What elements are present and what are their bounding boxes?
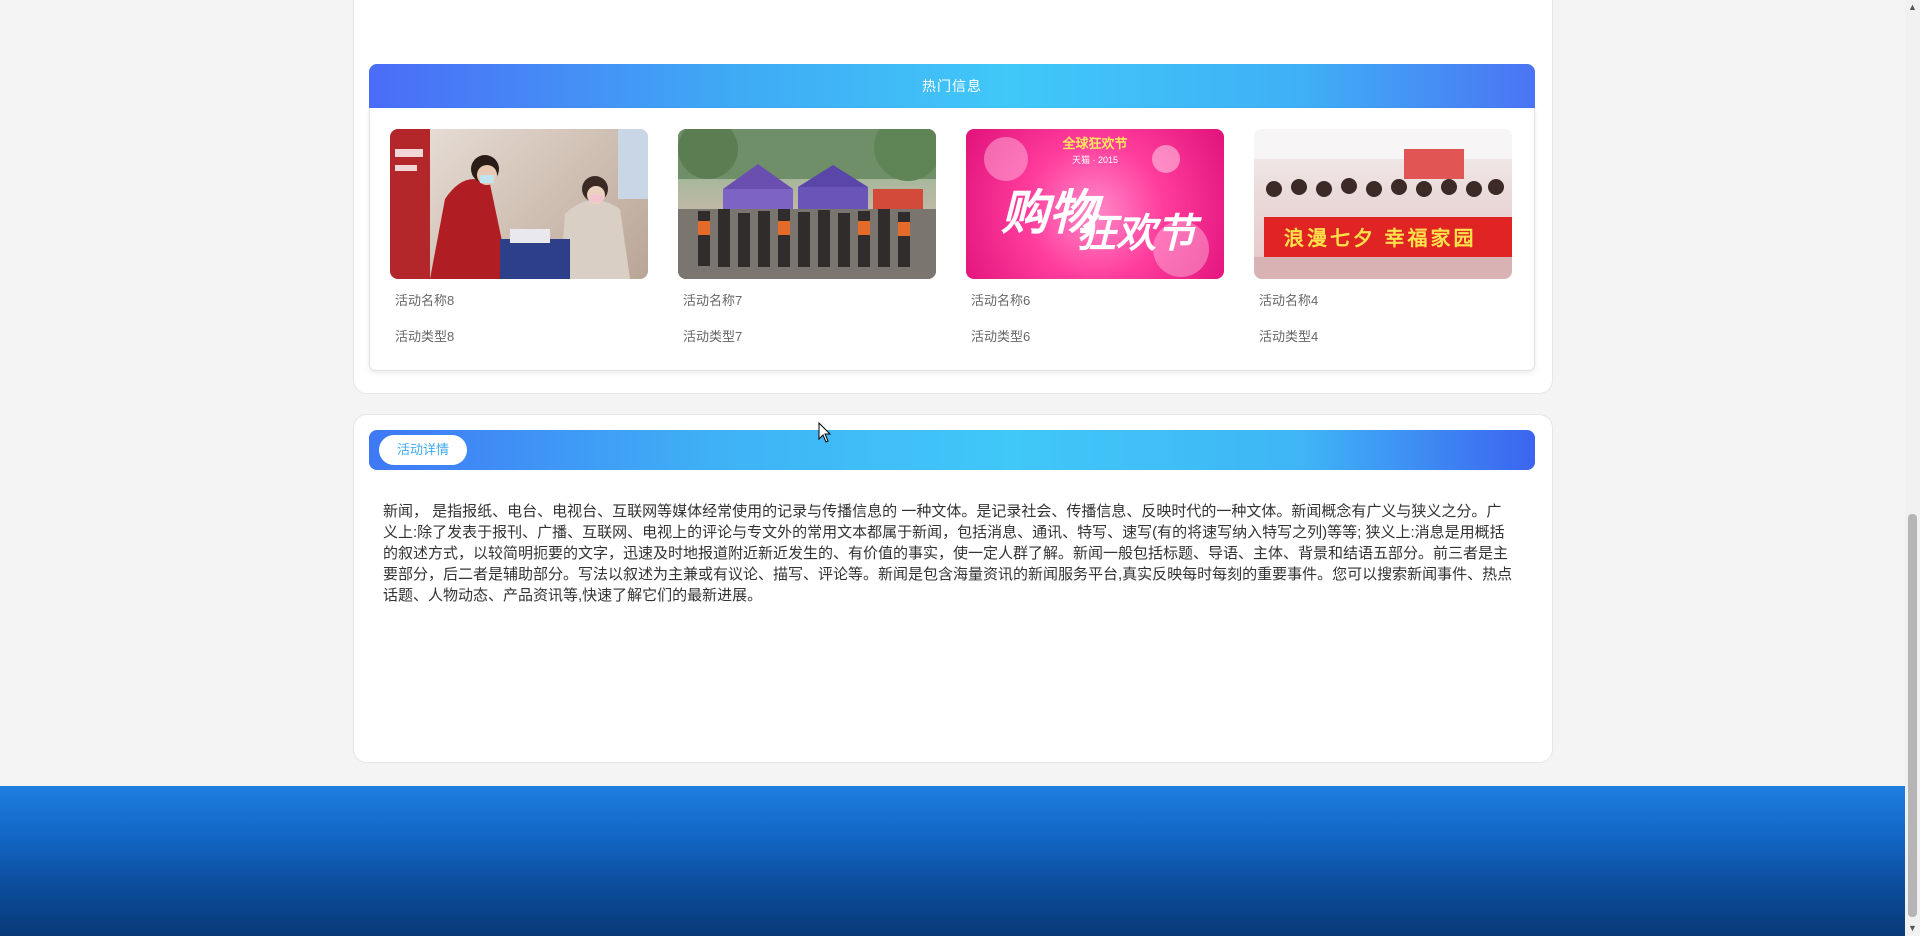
activity-type: 活动类型8 (395, 329, 455, 344)
activity-type: 活动类型4 (1259, 329, 1319, 344)
activity-detail-content: 新闻， 是指报纸、电台、电视台、互联网等媒体经常使用的记录与传播信息的 一种文体… (383, 503, 1513, 604)
activity-card[interactable]: 活动名称7 活动类型7 (678, 129, 936, 344)
activity-card[interactable]: 活动名称8 活动类型8 (390, 129, 648, 344)
activity-thumbnail[interactable]: 全球狂欢节 天猫 · 2015 购物 狂欢节 (966, 129, 1224, 279)
volunteers-image (390, 129, 648, 279)
activity-name[interactable]: 活动名称6 (971, 290, 1030, 309)
activity-type: 活动类型7 (683, 329, 743, 344)
activity-detail-header (369, 430, 1535, 470)
poster-big-text-2: 狂欢节 (1076, 210, 1196, 257)
scroll-up-arrow-icon[interactable]: ▲ (1905, 0, 1920, 15)
activity-type: 活动类型6 (971, 329, 1031, 344)
activity-thumbnail[interactable] (390, 129, 648, 279)
activity-thumbnail[interactable]: 浪漫七夕 幸福家园 (1254, 129, 1512, 279)
activity-name[interactable]: 活动名称4 (1259, 290, 1318, 309)
activity-card[interactable]: 浪漫七夕 幸福家园 活动名称4 活动类型4 (1254, 129, 1512, 344)
scroll-down-arrow-icon[interactable]: ▼ (1905, 921, 1920, 936)
vertical-scrollbar[interactable]: ▲ ▼ (1905, 0, 1920, 936)
activity-thumbnail[interactable] (678, 129, 936, 279)
qixi-group-image (1254, 129, 1512, 279)
page-footer (0, 786, 1905, 936)
tab-activity-detail[interactable]: 活动详情 (379, 435, 467, 465)
poster-title: 全球狂欢节 (1062, 136, 1128, 151)
poster-year: 天猫 · 2015 (1071, 155, 1119, 165)
mouse-cursor-icon (818, 422, 832, 443)
activity-name[interactable]: 活动名称7 (683, 290, 742, 309)
scroll-thumb[interactable] (1908, 514, 1917, 917)
activity-name[interactable]: 活动名称8 (395, 290, 454, 309)
activity-card[interactable]: 全球狂欢节 天猫 · 2015 购物 狂欢节 活动名称6 活动类型6 (966, 129, 1224, 344)
hot-info-header: 热门信息 (369, 64, 1535, 108)
page: 热门信息 活动名称8 活动类型8 活动名称7 活动类型7 全球狂欢节 天猫 · … (0, 0, 1905, 936)
community-event-image (678, 129, 936, 279)
banner-text: 浪漫七夕 幸福家园 (1284, 228, 1477, 250)
